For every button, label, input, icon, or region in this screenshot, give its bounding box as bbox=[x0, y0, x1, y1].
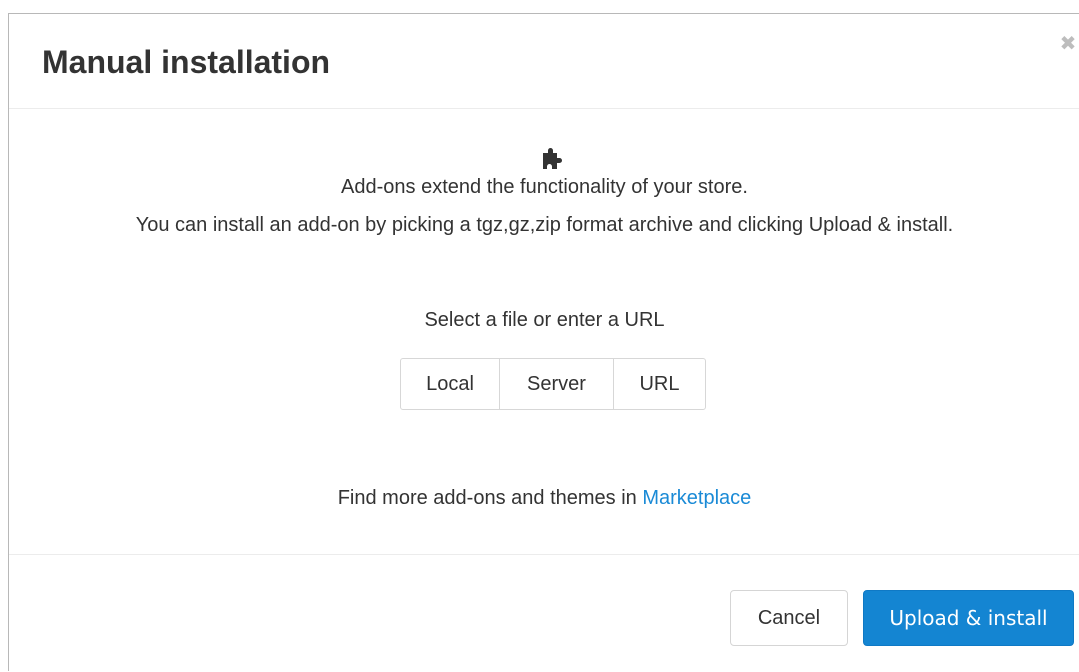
select-source-label: Select a file or enter a URL bbox=[424, 309, 665, 331]
manual-installation-dialog: Manual installation ✖ Add-ons extend the… bbox=[8, 13, 1079, 671]
description-line-2: You can install an add-on by picking a t… bbox=[135, 214, 954, 236]
marketplace-hint: Find more add-ons and themes in Marketpl… bbox=[9, 486, 1079, 510]
dialog-header: Manual installation ✖ bbox=[9, 14, 1079, 109]
source-local-button[interactable]: Local bbox=[400, 358, 500, 410]
close-icon[interactable]: ✖ bbox=[1059, 32, 1077, 56]
source-url-button[interactable]: URL bbox=[613, 358, 706, 410]
source-server-button[interactable]: Server bbox=[499, 358, 614, 410]
description-line-1: Add-ons extend the functionality of your… bbox=[341, 176, 748, 198]
source-selector: Local Server URL bbox=[400, 358, 706, 410]
marketplace-link[interactable]: Marketplace bbox=[642, 487, 751, 509]
marketplace-hint-text: Find more add-ons and themes in bbox=[337, 487, 643, 509]
cancel-button[interactable]: Cancel bbox=[730, 590, 848, 646]
dialog-footer: Cancel Upload & install bbox=[9, 555, 1079, 672]
dialog-title: Manual installation bbox=[42, 44, 331, 80]
dialog-body: Add-ons extend the functionality of your… bbox=[9, 109, 1079, 555]
puzzle-piece-icon bbox=[543, 148, 562, 169]
upload-install-button[interactable]: Upload & install bbox=[863, 590, 1074, 646]
